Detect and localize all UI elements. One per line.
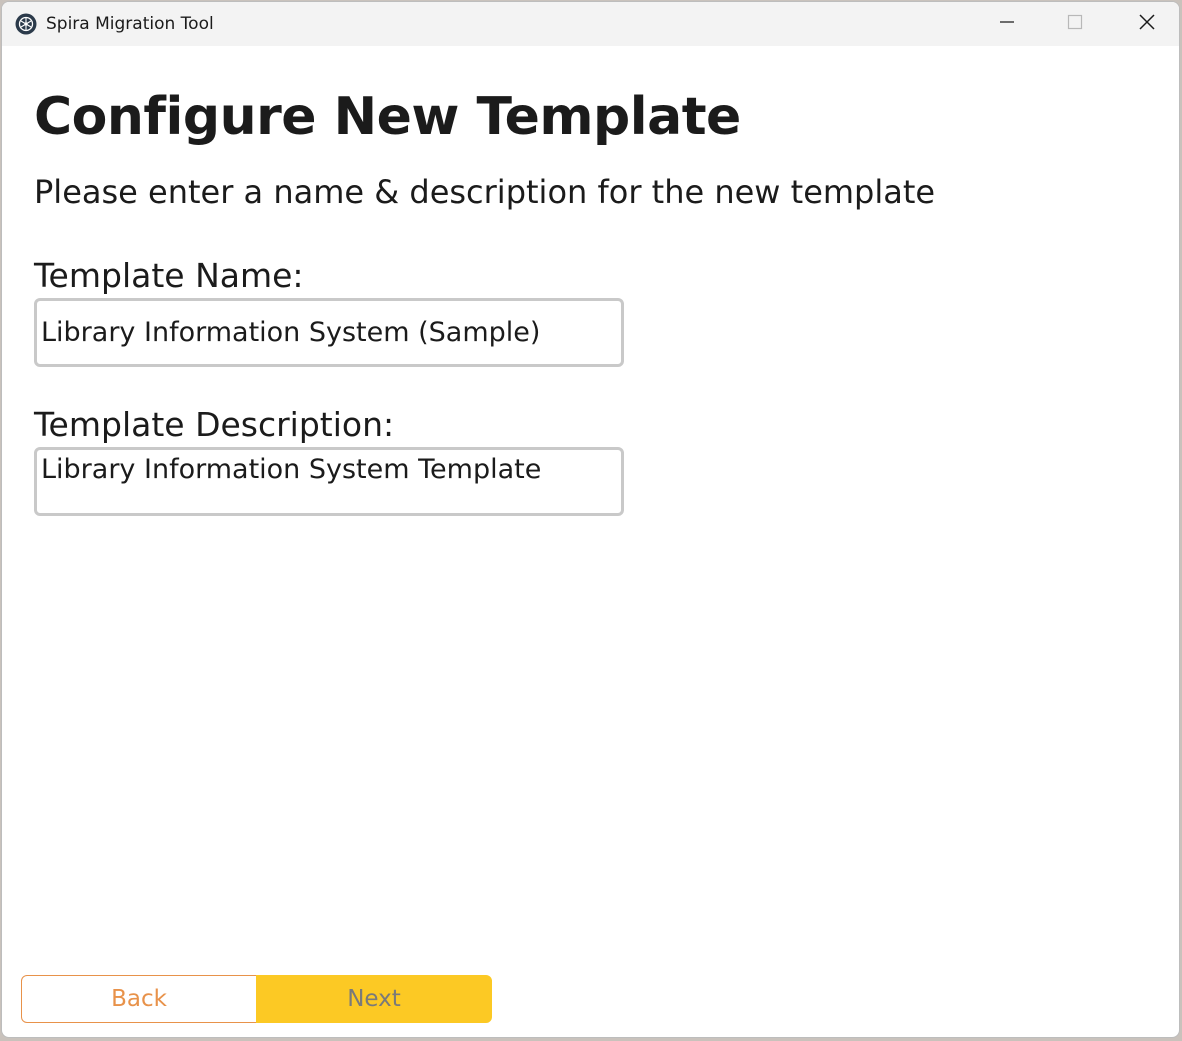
page-subtitle: Please enter a name & description for th… bbox=[34, 173, 936, 211]
next-button[interactable]: Next bbox=[256, 975, 492, 1023]
app-window: Spira Migration Tool Configure New Templ… bbox=[1, 1, 1180, 1038]
template-description-input[interactable] bbox=[34, 447, 624, 516]
close-button[interactable] bbox=[1117, 2, 1177, 46]
page-title: Configure New Template bbox=[34, 87, 741, 147]
template-description-label: Template Description: bbox=[34, 405, 395, 444]
minimize-button[interactable] bbox=[977, 2, 1037, 46]
minimize-icon bbox=[999, 14, 1015, 34]
maximize-button[interactable] bbox=[1045, 2, 1105, 46]
title-bar[interactable]: Spira Migration Tool bbox=[2, 2, 1179, 46]
template-name-label: Template Name: bbox=[34, 256, 304, 295]
back-button[interactable]: Back bbox=[21, 975, 257, 1023]
template-name-input[interactable] bbox=[34, 298, 624, 367]
close-icon bbox=[1138, 13, 1156, 35]
maximize-icon bbox=[1067, 14, 1083, 34]
spira-logo-icon bbox=[15, 13, 37, 35]
window-title: Spira Migration Tool bbox=[46, 14, 214, 34]
